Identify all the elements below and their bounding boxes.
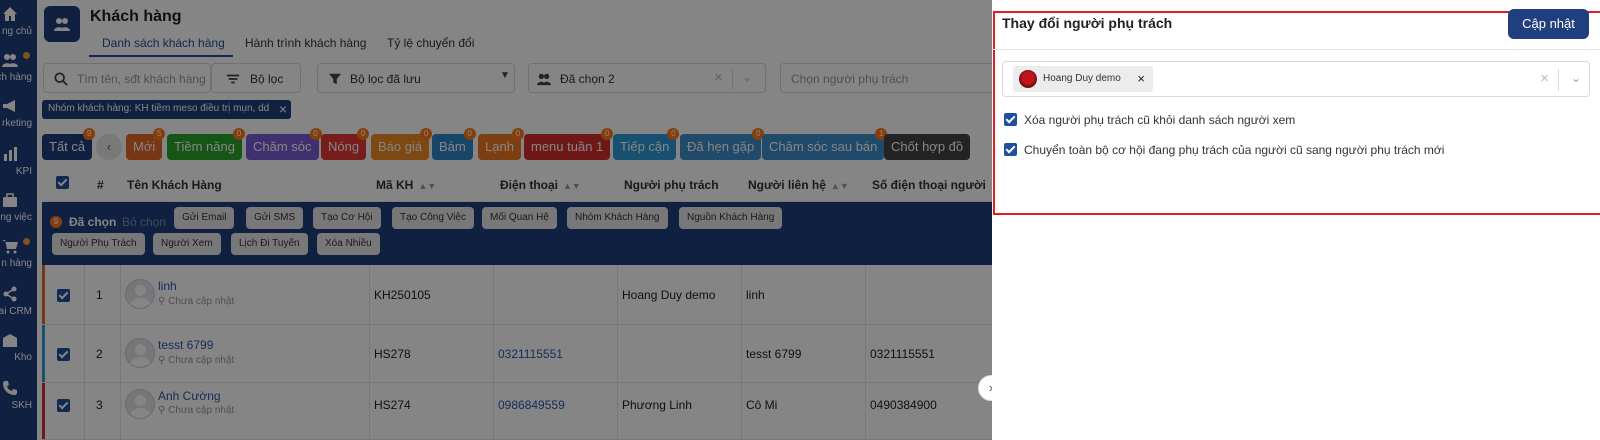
assignee-multiselect[interactable]: Hoang Duy demo × × ⌄ bbox=[1002, 61, 1590, 97]
option-transfer-opportunities[interactable]: Chuyển toàn bộ cơ hội đang phụ trách của… bbox=[1004, 143, 1584, 157]
update-button[interactable]: Cập nhật bbox=[1508, 9, 1589, 39]
modal-backdrop[interactable] bbox=[0, 0, 992, 440]
change-assignee-panel: Thay đổi người phụ trách Cập nhật Hoang … bbox=[992, 0, 1600, 440]
remove-tag-icon[interactable]: × bbox=[1137, 71, 1145, 86]
option-label: Xóa người phụ trách cũ khỏi danh sách ng… bbox=[1024, 113, 1296, 127]
clear-icon[interactable]: × bbox=[1540, 70, 1549, 87]
divider bbox=[992, 49, 1600, 50]
user-avatar bbox=[1019, 70, 1037, 88]
panel-title: Thay đổi người phụ trách bbox=[1002, 15, 1173, 31]
option-checkbox[interactable] bbox=[1004, 143, 1017, 156]
option-remove-old-viewer[interactable]: Xóa người phụ trách cũ khỏi danh sách ng… bbox=[1004, 113, 1584, 127]
option-checkbox[interactable] bbox=[1004, 113, 1017, 126]
selected-user-tag: Hoang Duy demo × bbox=[1013, 66, 1153, 92]
option-label: Chuyển toàn bộ cơ hội đang phụ trách của… bbox=[1024, 143, 1445, 157]
divider bbox=[1558, 69, 1559, 91]
selected-user-name: Hoang Duy demo bbox=[1043, 73, 1121, 84]
chevron-down-icon[interactable]: ⌄ bbox=[1571, 71, 1581, 85]
